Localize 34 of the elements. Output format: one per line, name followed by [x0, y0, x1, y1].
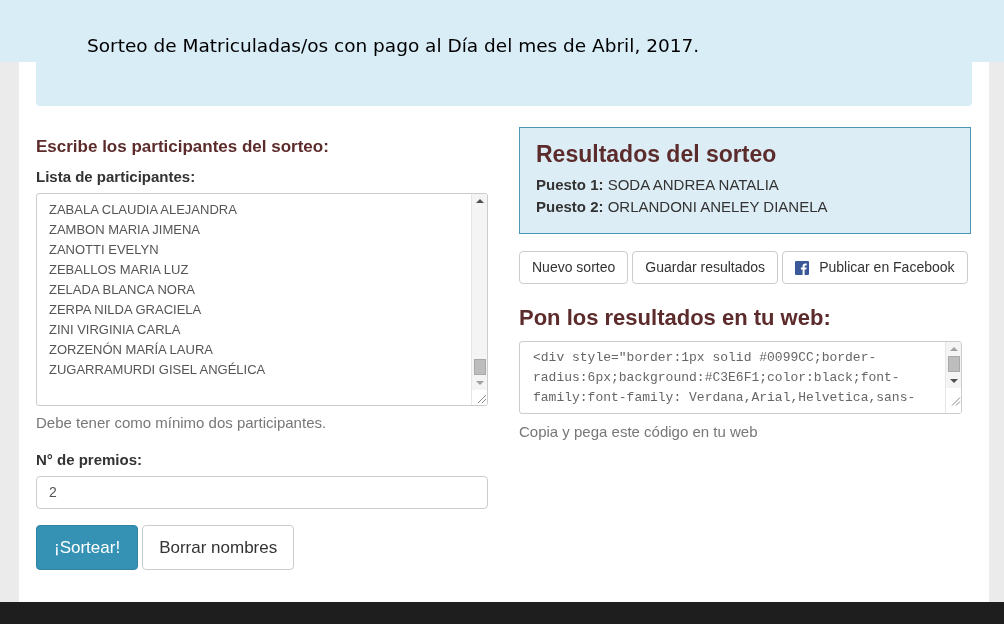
field-label: N° de premios: [36, 451, 143, 469]
code-line: radius:6px;background:#C3E6F1;color:black;font- [533, 369, 900, 387]
participant-name: ZERPA NILDA GRACIELA [49, 301, 202, 319]
embed-code-textarea[interactable]: <div style="border:1px solid #0099CC;border- radius:6px;background:#C3E6F1;color:black;font- family:font-family: Verdana,Arial,Helvetica,sans- [519, 341, 962, 414]
help-text: Copia y pega este código en tu web [519, 422, 758, 442]
participant-name: ZEBALLOS MARIA LUZ [49, 261, 189, 279]
action-button[interactable]: Guardar resultados [632, 251, 779, 284]
action-button[interactable]: Nuevo sorteo [519, 251, 629, 284]
clear-names-button[interactable]: Borrar nombres [142, 525, 295, 570]
resize-grip-icon[interactable] [946, 388, 961, 413]
participants-textarea[interactable]: ZABALA CLAUDIA ALEJANDRA ZAMBON MARIA JIMENA ZANOTTI EVELYN ZEBALLOS MARIA LUZ ZELADA BLANCA NORA ZERPA NILDA GRACIELA ZINI VIRGINIA CARLA ZORZENÓN MARÍA LAURA ZUGARRAMURDI GISEL ANGÉLICA [36, 193, 488, 406]
scroll-thumb[interactable] [473, 359, 486, 375]
result-line: Puesto 1: SODA ANDREA NATALIA [536, 175, 779, 195]
action-button[interactable]: Publicar en Facebook [782, 251, 968, 284]
help-text: Debe tener como mínimo dos participantes. [36, 413, 327, 433]
facebook-logo-icon [795, 260, 810, 275]
result-line: Puesto 2: ORLANDONI ANELEY DIANELA [536, 197, 828, 217]
participant-name: ZANOTTI EVELYN [49, 241, 159, 259]
banner-title: Sorteo de Matriculadas/os con pago al Día del mes de Abril, 2017. [87, 35, 700, 57]
participant-name: ZUGARRAMURDI GISEL ANGÉLICA [49, 361, 266, 379]
resize-grip-icon[interactable] [472, 390, 487, 405]
participant-name: ZORZENÓN MARÍA LAURA [49, 341, 213, 359]
participant-name: ZAMBON MARIA JIMENA [49, 221, 200, 239]
field-label: Lista de participantes: [36, 168, 196, 186]
code-line: family:font-family: Verdana,Arial,Helvetica,sans- [533, 389, 916, 407]
section-heading: Escribe los participantes del sorteo: [36, 137, 329, 157]
section-heading: Pon los resultados en tu web: [519, 304, 831, 332]
results-title: Resultados del sorteo [536, 140, 777, 168]
participant-name: ZABALA CLAUDIA ALEJANDRA [49, 201, 237, 219]
draw-button[interactable]: ¡Sortear! [36, 525, 139, 570]
participant-name: ZELADA BLANCA NORA [49, 281, 195, 299]
participant-name: ZINI VIRGINIA CARLA [49, 321, 181, 339]
prizes-input[interactable]: 2 [36, 476, 488, 509]
code-line: <div style="border:1px solid #0099CC;border- [533, 349, 877, 367]
